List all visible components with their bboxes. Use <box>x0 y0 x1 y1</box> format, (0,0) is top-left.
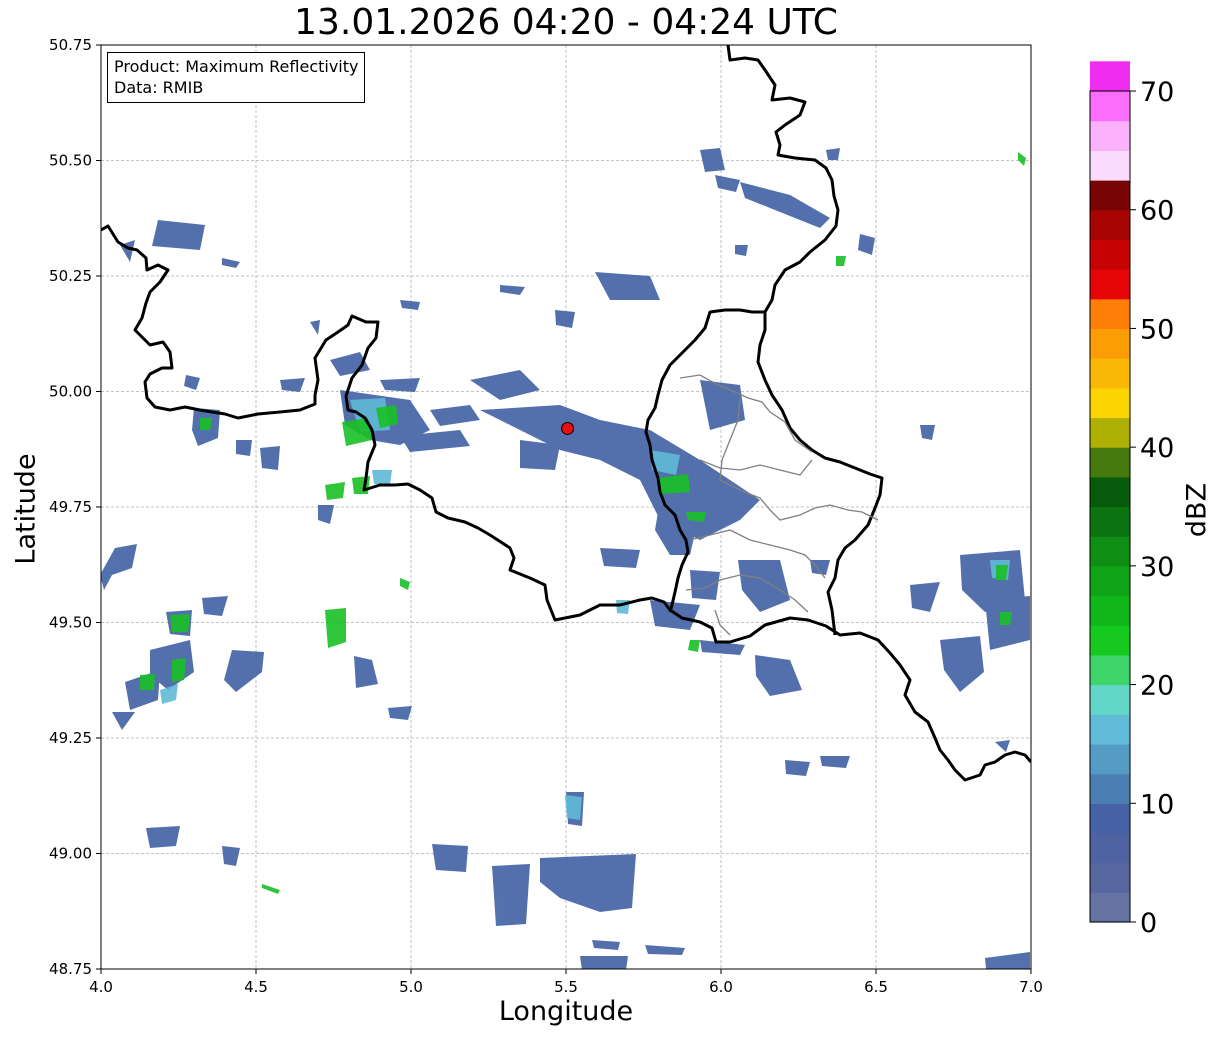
y-tick-label: 49.25 <box>49 729 92 747</box>
y-tick-label: 49.00 <box>49 845 92 863</box>
colorbar-tick-label: 70 <box>1140 77 1174 108</box>
y-tick-label: 50.75 <box>49 36 92 54</box>
colorbar-segment <box>1090 120 1130 151</box>
colorbar-segment <box>1090 595 1130 626</box>
x-tick-label: 6.5 <box>864 978 888 996</box>
colorbar-segment <box>1090 298 1130 330</box>
colorbar-segment <box>1090 150 1130 181</box>
colorbar-segment <box>1090 832 1130 864</box>
y-axis-label: Latitude <box>10 453 42 565</box>
y-axis-ticks: 48.75 49.00 49.25 49.50 49.75 50.00 50.25 50.50… <box>49 36 101 978</box>
x-tick-label: 5.0 <box>399 978 423 996</box>
x-tick-label: 4.5 <box>244 978 268 996</box>
colorbar-tick-label: 20 <box>1140 671 1174 702</box>
radar-location-marker <box>561 421 575 435</box>
colorbar-segment <box>1090 506 1130 537</box>
data-source-text: Data: RMIB <box>114 78 204 97</box>
colorbar-tick-label: 50 <box>1140 314 1174 345</box>
y-tick-label: 48.75 <box>49 960 92 978</box>
colorbar-segment <box>1090 328 1130 359</box>
colorbar-tick-label: 40 <box>1140 433 1174 464</box>
colorbar-segment <box>1090 803 1130 834</box>
colorbar-segment <box>1090 476 1130 508</box>
radar-map: 4.0 4.5 5.0 5.5 6.0 6.5 7.0 48.75 49.00 49.25 49.… <box>49 36 1174 996</box>
x-tick-label: 4.0 <box>89 978 113 996</box>
colorbar-segment <box>1090 684 1130 715</box>
colorbar-segment <box>1090 862 1130 893</box>
colorbar-segment <box>1090 536 1130 567</box>
colorbar-label: dBZ <box>1181 482 1213 538</box>
colorbar-tick-label: 60 <box>1140 196 1174 227</box>
colorbar-segment <box>1090 625 1130 656</box>
product-info-box: Product: Maximum Reflectivity Data: RMIB <box>107 52 366 103</box>
colorbar-segment <box>1090 239 1130 270</box>
x-tick-label: 6.0 <box>709 978 733 996</box>
product-text: Product: Maximum Reflectivity <box>114 57 359 76</box>
colorbar-segment <box>1090 209 1130 240</box>
x-tick-label: 5.5 <box>554 978 578 996</box>
colorbar-segment <box>1090 714 1130 745</box>
colorbar-segment <box>1090 654 1130 686</box>
colorbar-tick-label: 10 <box>1140 789 1174 820</box>
x-axis-label: Longitude <box>498 996 634 1027</box>
colorbar-segment <box>1090 61 1130 92</box>
x-tick-label: 7.0 <box>1019 978 1043 996</box>
colorbar-segment <box>1090 743 1130 775</box>
y-tick-label: 50.00 <box>49 383 92 401</box>
colorbar-segment <box>1090 269 1130 300</box>
colorbar-segment <box>1090 773 1130 804</box>
colorbar-segment <box>1090 387 1130 419</box>
y-tick-label: 49.50 <box>49 614 92 632</box>
y-tick-label: 50.25 <box>49 267 92 285</box>
y-tick-label: 50.50 <box>49 152 92 170</box>
colorbar-segment <box>1090 417 1130 448</box>
colorbar-ticks: 0 10 20 30 40 50 60 70 <box>1130 77 1174 939</box>
colorbar-segment <box>1090 447 1130 478</box>
colorbar-segment <box>1090 892 1130 923</box>
colorbar-segment <box>1090 565 1130 597</box>
x-axis-ticks: 4.0 4.5 5.0 5.5 6.0 6.5 7.0 <box>89 969 1043 996</box>
colorbar-tick-label: 30 <box>1140 552 1174 583</box>
colorbar-segment <box>1090 91 1130 122</box>
colorbar-tick-label: 0 <box>1140 908 1157 939</box>
colorbar-segment <box>1090 180 1130 211</box>
y-tick-label: 49.75 <box>49 498 92 516</box>
colorbar-segment <box>1090 358 1130 389</box>
colorbar <box>1089 61 1131 923</box>
